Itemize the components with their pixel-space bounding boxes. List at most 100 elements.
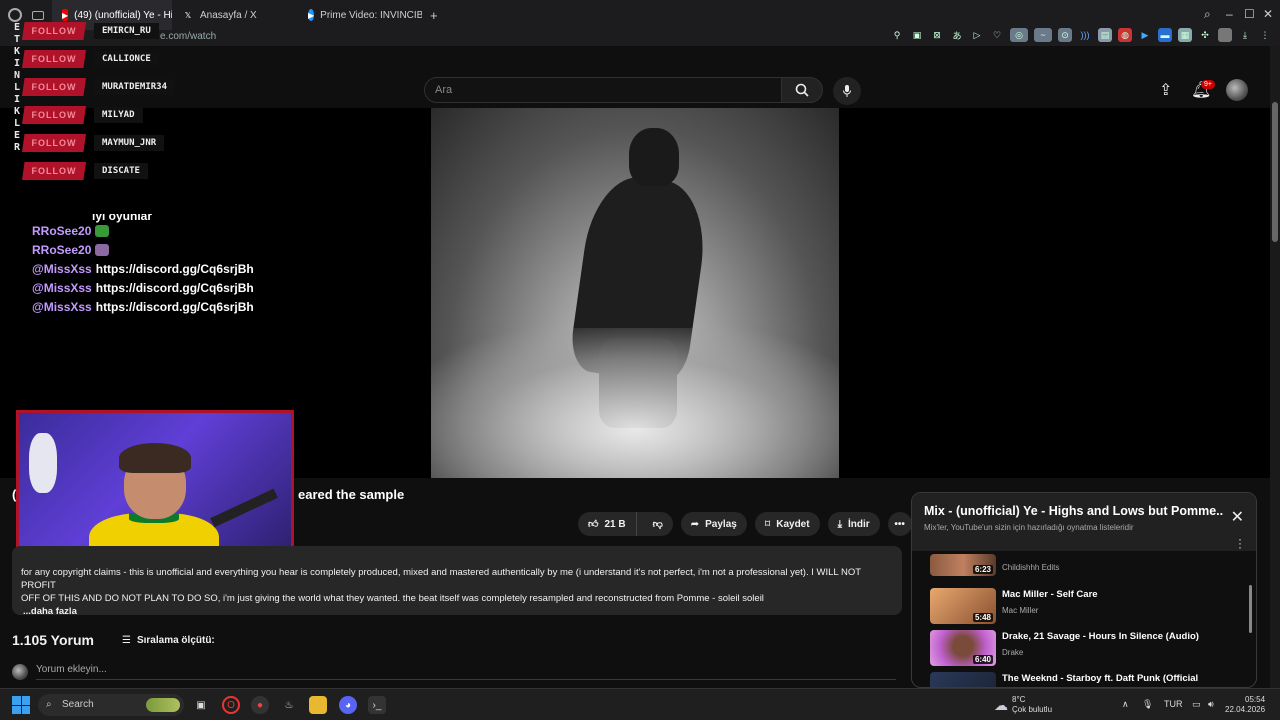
audio-icon[interactable]: ))) (1078, 28, 1092, 42)
download-label: İndir (848, 518, 870, 530)
mic-tray-icon[interactable]: 🎙︎ (1142, 699, 1153, 710)
video-frame[interactable] (431, 108, 839, 478)
chat-message: https://discord.gg/Cq6srjBh (95, 281, 254, 295)
search-button[interactable] (781, 77, 823, 103)
thumbnail: 5:48 (930, 588, 996, 624)
voice-search-button[interactable] (833, 77, 861, 105)
network-icon[interactable]: ▭ (1192, 699, 1201, 710)
show-more-link[interactable]: ...daha fazla (23, 605, 893, 618)
download-button[interactable]: ⤓ İndir (827, 512, 880, 536)
channel-name: Drake (1002, 648, 1024, 657)
heart-icon[interactable]: ♡ (990, 28, 1004, 42)
sort-label: Sıralama ölçütü: (136, 634, 215, 646)
tab-x[interactable]: 𝕏 Anasayfa / X (172, 0, 298, 30)
account-avatar[interactable] (1226, 79, 1248, 101)
chat-message: iyi oyunlar (92, 214, 153, 223)
clock[interactable]: 05:54 22.04.2026 (1225, 695, 1265, 715)
menu-icon[interactable]: ⋮ (1258, 28, 1272, 42)
scrollbar-thumb[interactable] (1272, 102, 1278, 242)
prime-icon: ▶ (308, 9, 315, 21)
workspaces-icon[interactable] (32, 10, 44, 20)
extension-icon[interactable]: ⊙ (1058, 28, 1072, 42)
more-actions-button[interactable]: ••• (887, 512, 912, 536)
steam-icon[interactable]: ♨ (280, 696, 298, 714)
play-icon[interactable]: ▷ (970, 28, 984, 42)
pin-icon[interactable]: ⚲ (890, 28, 904, 42)
weather-widget[interactable]: 8°C Çok bulutlu (1012, 695, 1052, 715)
page-scrollbar[interactable] (1270, 46, 1280, 688)
puzzle-icon[interactable]: ✣ (1198, 28, 1212, 42)
profile-avatar[interactable] (1218, 28, 1232, 42)
minimize-icon[interactable]: – (1226, 7, 1233, 21)
chat-username: @MissXss (32, 300, 92, 314)
extension-icon[interactable]: ▦ (1178, 28, 1192, 42)
playlist-item[interactable]: 6:40 Drake, 21 Savage - Hours In Silence… (930, 630, 1199, 666)
dislike-button[interactable]: 👎︎ (643, 512, 673, 536)
video-item-title: Drake, 21 Savage - Hours In Silence (Aud… (1002, 631, 1199, 642)
sort-button[interactable]: ☰ Sıralama ölçütü: (122, 635, 215, 646)
volume-icon[interactable]: 🔊︎ (1208, 699, 1214, 710)
chat-line-partial: iyi oyunlar (32, 214, 254, 224)
upload-icon[interactable]: ⇪ (1159, 80, 1172, 100)
youtube-icon: ▶ (62, 9, 69, 21)
download-icon[interactable]: ⤓ (1238, 28, 1252, 42)
weather-temp: 8°C (1012, 695, 1026, 704)
discord-icon[interactable]: ◕ (339, 696, 357, 714)
extension-icon[interactable]: ~ (1034, 28, 1052, 42)
follower-name: CALLIONCE (94, 51, 159, 67)
url-text[interactable]: e.com/watch (160, 31, 216, 42)
maximize-icon[interactable]: ☐ (1244, 7, 1255, 21)
tray-chevron-icon[interactable]: ∧ (1122, 699, 1129, 710)
taskbar-search-label: Search (62, 699, 94, 710)
extension-icon[interactable]: ▶ (1138, 28, 1152, 42)
windows-start-icon[interactable] (12, 696, 30, 714)
x-icon: 𝕏 (184, 10, 192, 20)
language-indicator[interactable]: TUR (1164, 699, 1183, 709)
playlist-item[interactable]: 6:23 Childishhh Edits (930, 554, 1059, 576)
video-item-title: Mac Miller - Self Care (1002, 589, 1098, 600)
shield-icon[interactable]: ⊠ (930, 28, 944, 42)
opera-icon[interactable]: O (222, 696, 240, 714)
taskbar-search[interactable]: ⌕ Search (38, 694, 184, 716)
playlist-item[interactable]: 5:48 Mac Miller - Self Care Mac Miller (930, 588, 1098, 624)
extension-icon[interactable]: ▬ (1158, 28, 1172, 42)
clock-date: 22.04.2026 (1225, 705, 1266, 714)
terminal-icon[interactable]: ›_ (368, 696, 386, 714)
playlist-item[interactable]: The Weeknd - Starboy ft. Daft Punk (Offi… (930, 672, 1198, 687)
description-text: OFF OF THIS AND DO NOT PLAN TO DO SO, i'… (21, 593, 764, 604)
new-tab-button[interactable]: + (430, 8, 438, 23)
close-icon[interactable]: ✕ (1231, 507, 1244, 527)
search-tabs-icon[interactable]: ⌕ (1204, 7, 1211, 22)
browser-tab-bar: ▶ (49) (unofficial) Ye - Highs 𝕏 Anasayf… (0, 0, 1280, 30)
translate-icon[interactable]: あ (950, 28, 964, 42)
comment-input[interactable]: Yorum ekleyin... (36, 664, 896, 680)
share-button[interactable]: ➦ Paylaş (680, 512, 747, 536)
stream-chat: iyi oyunlar RRoSee20 RRoSee20 @MissXss ht… (32, 214, 254, 319)
browser-logo-icon[interactable] (8, 8, 22, 22)
chat-line: @MissXss https://discord.gg/Cq6srjBh (32, 262, 254, 281)
mix-subtitle: Mix'ler, YouTube'un sizin için hazırladı… (924, 523, 1134, 532)
notification-badge: 9+ (1201, 80, 1215, 89)
like-button[interactable]: 👍︎ 21 B (578, 512, 637, 536)
follow-badge: FOLLOW (22, 78, 86, 96)
search-input[interactable]: Ara (424, 77, 782, 103)
thumbnail (930, 672, 996, 687)
mix-title[interactable]: Mix - (unofficial) Ye - Highs and Lows b… (924, 504, 1224, 518)
file-explorer-icon[interactable] (309, 696, 327, 714)
task-view-icon[interactable]: ▣ (192, 696, 210, 714)
app-icon[interactable]: ● (251, 696, 269, 714)
tab-label: (49) (unofficial) Ye - Highs (74, 9, 172, 21)
extension-icon[interactable]: ▤ (1098, 28, 1112, 42)
extension-icon[interactable]: ◎ (1010, 28, 1028, 42)
follow-badge: FOLLOW (22, 22, 86, 40)
close-window-icon[interactable]: ✕ (1263, 7, 1273, 21)
events-vertical-label: ETKINLIKLER (13, 22, 21, 153)
mix-scrollbar[interactable] (1249, 585, 1252, 633)
save-page-icon[interactable]: ▣ (910, 28, 924, 42)
follow-badge: FOLLOW (22, 106, 86, 124)
save-button[interactable]: ⌑ Kaydet (754, 512, 820, 536)
mix-menu-icon[interactable]: · · · (1238, 533, 1242, 553)
video-description[interactable]: for any copyright claims - this is unoff… (12, 546, 902, 618)
tab-prime[interactable]: ▶ Prime Video: INVINCIBLE (298, 0, 422, 30)
extension-icon[interactable]: ◍ (1118, 28, 1132, 42)
